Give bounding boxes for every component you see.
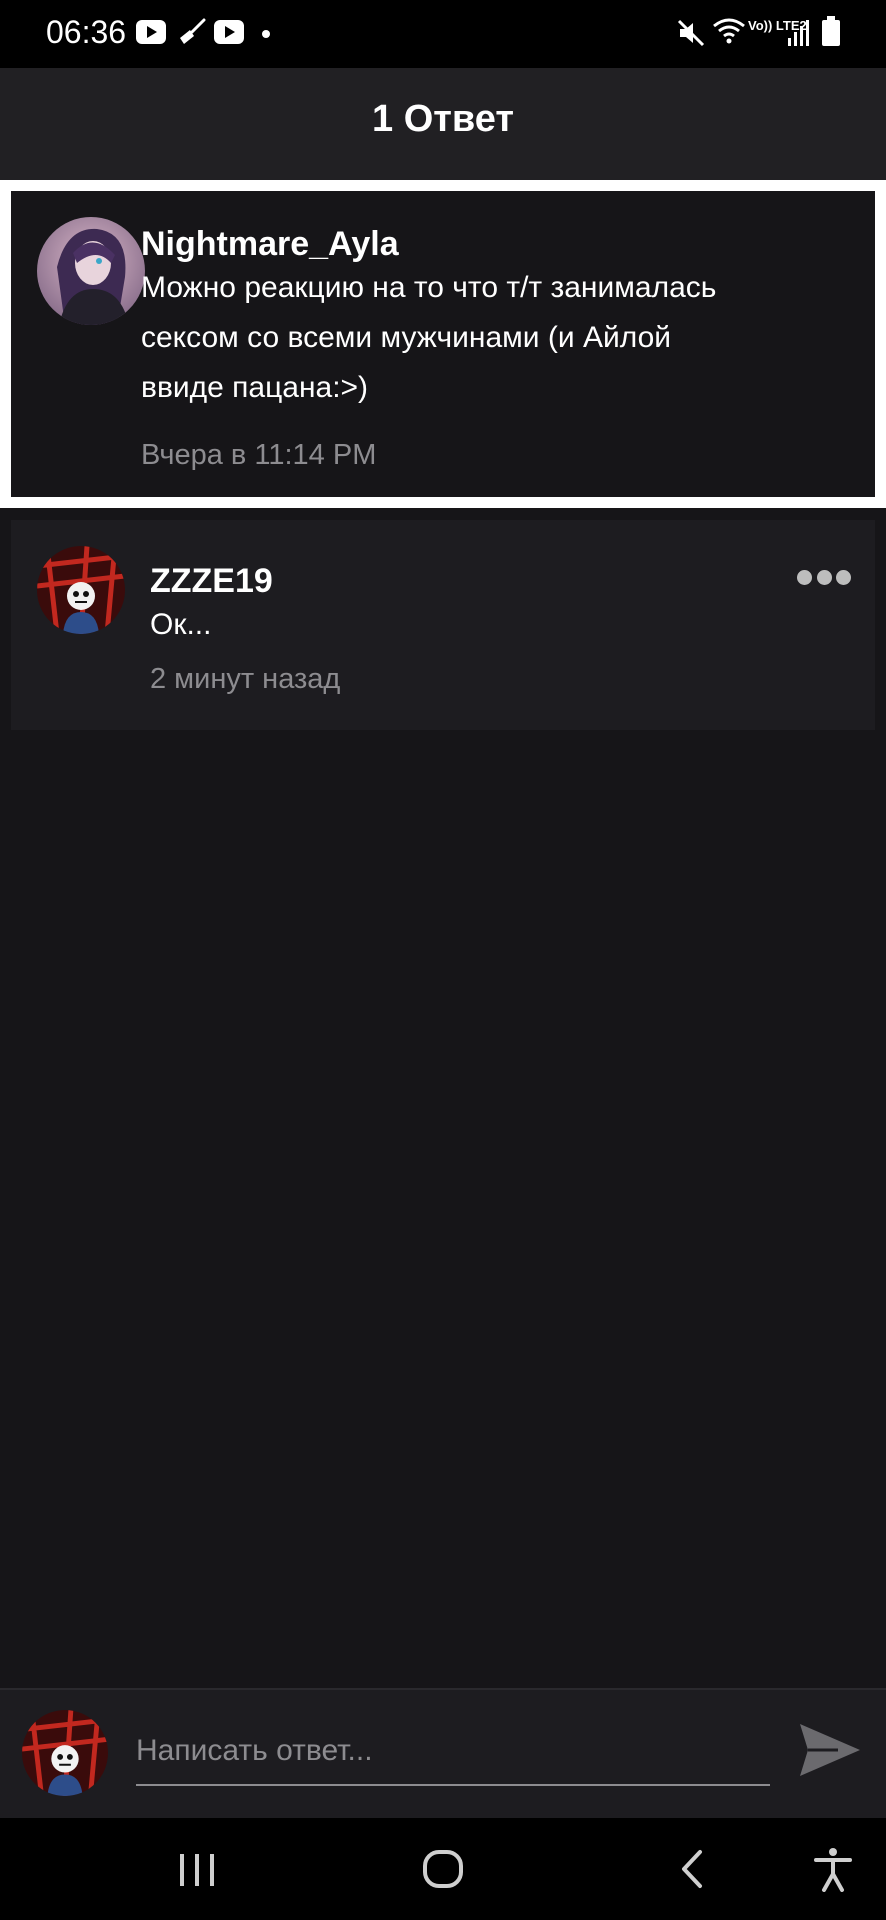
reply-text: Ок... bbox=[150, 608, 212, 641]
battery-icon bbox=[822, 16, 840, 46]
mute-icon bbox=[677, 19, 705, 47]
reply-input[interactable] bbox=[136, 1718, 770, 1786]
youtube-icon bbox=[214, 20, 244, 44]
parent-comment: Nightmare_Ayla Можно реакцию на то что т… bbox=[0, 180, 886, 508]
header: 1 Ответ bbox=[0, 68, 886, 180]
reply-timestamp: 2 минут назад bbox=[150, 663, 341, 695]
comment-text-line: сексом со всеми мужчинами (и Айлой bbox=[141, 321, 672, 354]
youtube-icon bbox=[136, 20, 166, 44]
navigation-bar bbox=[0, 1818, 886, 1920]
send-icon[interactable] bbox=[798, 1720, 862, 1780]
reply-item: ZZZE19 Ок... 2 минут назад bbox=[11, 520, 875, 730]
dot-icon bbox=[262, 30, 270, 38]
home-icon[interactable] bbox=[418, 1846, 468, 1892]
reply-author[interactable]: ZZZE19 bbox=[150, 562, 273, 601]
broom-icon bbox=[180, 18, 206, 44]
comment-author[interactable]: Nightmare_Ayla bbox=[141, 225, 399, 264]
comment-text: Можно реакцию на то что т/т занималась с… bbox=[141, 263, 716, 413]
wifi-icon bbox=[713, 18, 745, 44]
avatar bbox=[22, 1710, 108, 1796]
back-icon[interactable] bbox=[668, 1846, 718, 1892]
comment-text-line: ввиде пацана:>) bbox=[141, 371, 369, 404]
recent-apps-icon[interactable] bbox=[172, 1846, 222, 1892]
status-time: 06:36 bbox=[46, 14, 127, 50]
avatar[interactable] bbox=[37, 546, 125, 634]
avatar[interactable] bbox=[37, 217, 145, 325]
reply-composer bbox=[0, 1688, 886, 1818]
comment-timestamp: Вчера в 11:14 PM bbox=[141, 439, 377, 471]
accessibility-icon[interactable] bbox=[808, 1846, 858, 1892]
status-bar: 06:36 Vo)) LTE2 bbox=[0, 0, 886, 68]
more-horizontal-icon[interactable] bbox=[797, 570, 851, 586]
parent-comment-body: Nightmare_Ayla Можно реакцию на то что т… bbox=[11, 191, 875, 497]
comment-text-line: Можно реакцию на то что т/т занималась bbox=[141, 271, 717, 304]
signal-icon bbox=[788, 20, 809, 46]
page-title: 1 Ответ bbox=[372, 98, 514, 140]
